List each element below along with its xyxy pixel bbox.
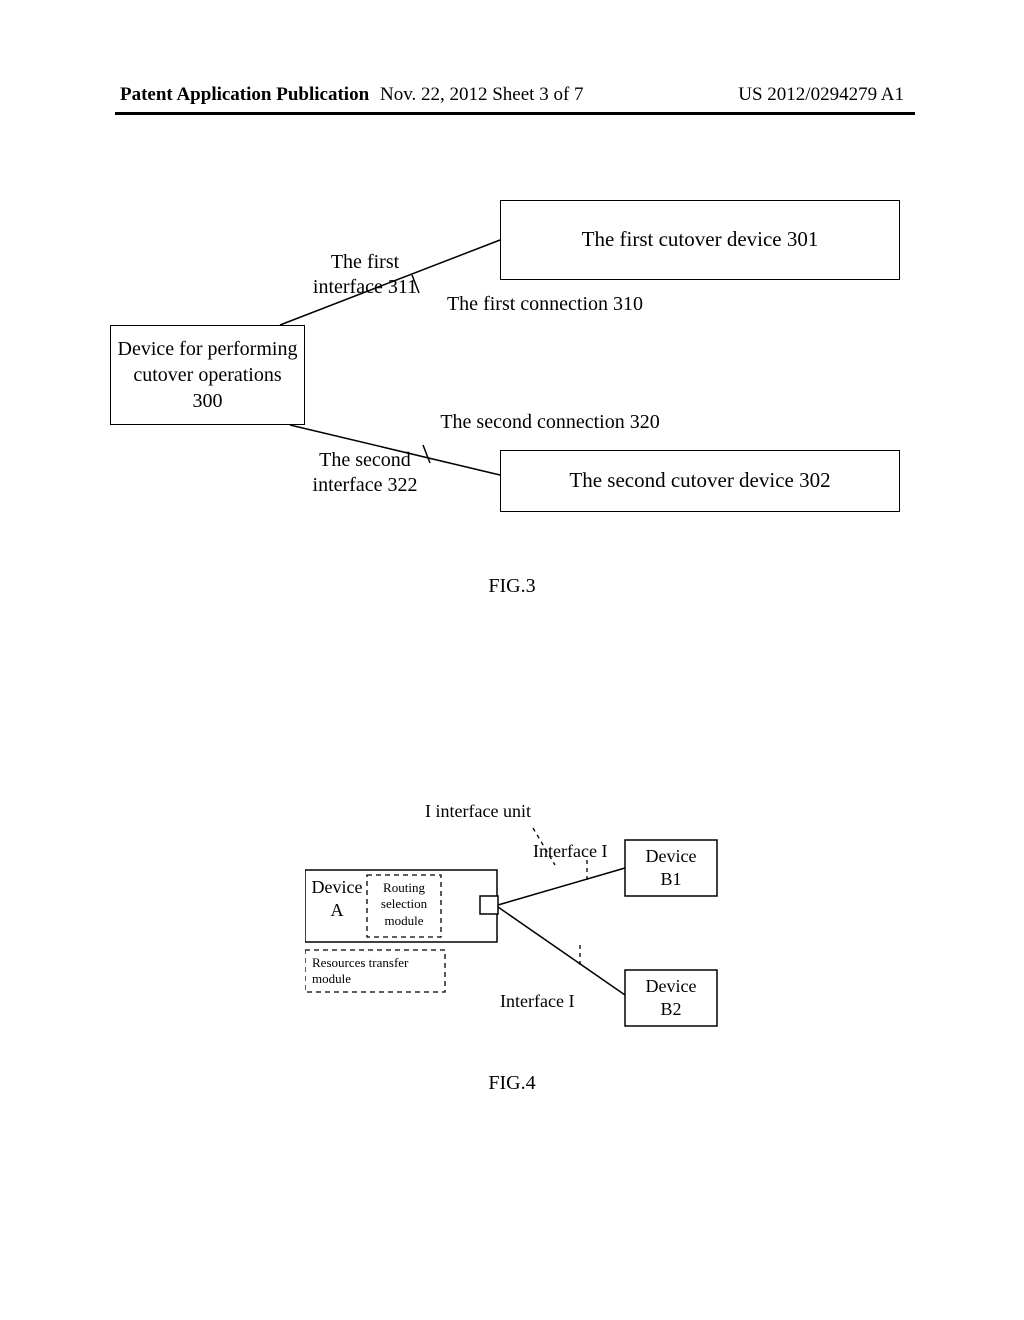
label-routing-module: Routing selection module <box>371 880 437 929</box>
header-divider <box>115 112 915 115</box>
device-302-text: The second cutover device 302 <box>569 467 830 494</box>
label-interface-1: The first interface 311 <box>305 250 425 300</box>
page-header: Patent Application Publication Nov. 22, … <box>0 84 1024 106</box>
label-device-b1: Device B1 <box>633 845 709 890</box>
figure-3-caption: FIG.3 <box>0 575 1024 598</box>
box-device-301: The first cutover device 301 <box>500 200 900 280</box>
figure-4-caption: FIG.4 <box>0 1072 1024 1095</box>
box-device-300: Device for performing cutover operations… <box>110 325 305 425</box>
header-left: Patent Application Publication <box>120 84 369 106</box>
label-resources-module: Resources transfer module <box>312 955 438 988</box>
label-interface-i-1: Interface I <box>533 840 607 863</box>
figure-4: I interface unit Interface I Interface I… <box>305 800 725 1070</box>
figure-3: Device for performing cutover operations… <box>110 180 910 600</box>
fig4-shapes <box>305 800 725 1070</box>
label-connection-2: The second connection 320 <box>410 410 690 435</box>
device-301-text: The first cutover device 301 <box>582 226 819 253</box>
header-right: US 2012/0294279 A1 <box>738 84 904 106</box>
label-interface-2: The second interface 322 <box>300 448 430 498</box>
device-300-text: Device for performing cutover operations… <box>117 336 298 414</box>
label-i-interface-unit: I interface unit <box>425 800 531 823</box>
label-device-b2: Device B2 <box>633 975 709 1020</box>
label-interface-i-2: Interface I <box>500 990 574 1013</box>
header-mid: Nov. 22, 2012 Sheet 3 of 7 <box>380 84 584 106</box>
box-device-302: The second cutover device 302 <box>500 450 900 512</box>
label-device-a: Device A <box>311 876 363 921</box>
label-connection-1: The first connection 310 <box>420 292 670 317</box>
